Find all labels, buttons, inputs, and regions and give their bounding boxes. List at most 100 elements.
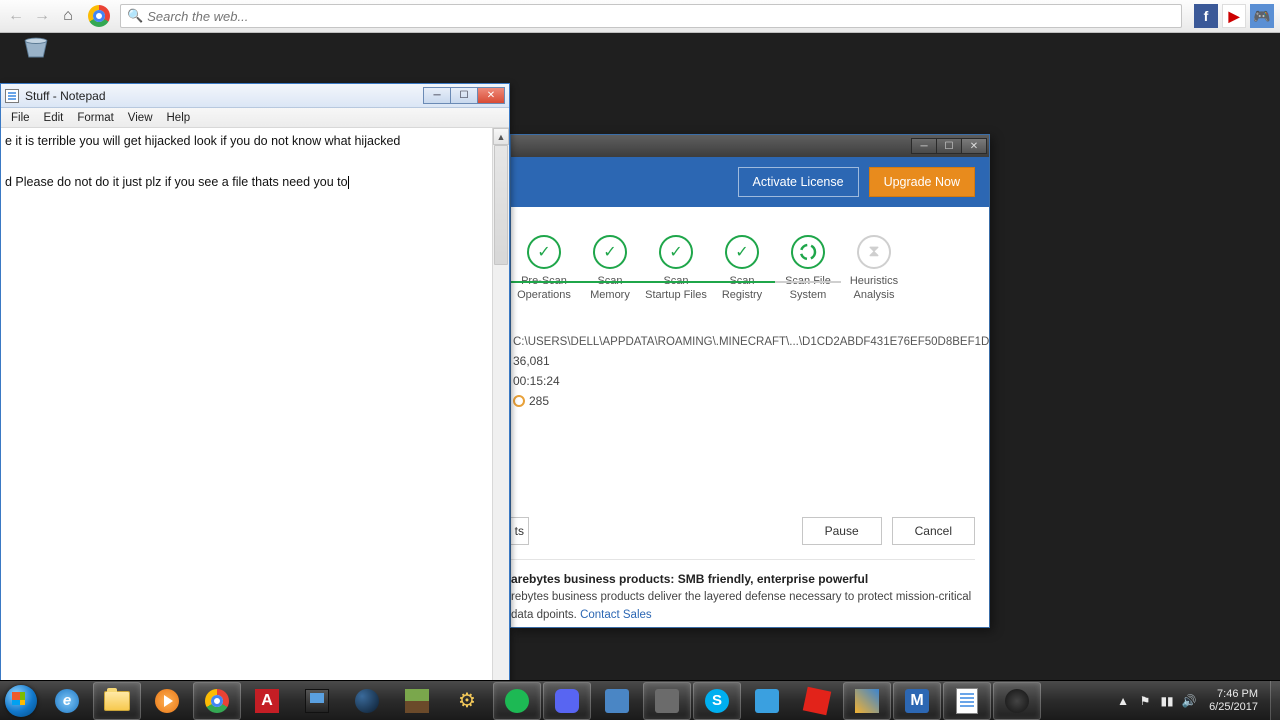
tb-wmp[interactable] <box>143 682 191 720</box>
notepad-text[interactable]: e it is terrible you will get hijacked l… <box>1 128 509 196</box>
notepad-titlebar[interactable]: Stuff - Notepad ─ ☐ ✕ <box>1 84 509 108</box>
upgrade-now-button[interactable]: Upgrade Now <box>869 167 975 197</box>
search-box[interactable]: 🔍 <box>120 4 1182 28</box>
game-icon[interactable]: 🎮 <box>1250 4 1274 28</box>
step-registry-label: Scan Registry <box>711 275 773 303</box>
mbam-minimize-button[interactable]: ─ <box>911 138 937 154</box>
tb-app2[interactable] <box>643 682 691 720</box>
tb-skype[interactable]: S <box>693 682 741 720</box>
tb-save[interactable] <box>293 682 341 720</box>
spotify-icon <box>505 689 529 713</box>
taskbar: A ⚙ S ▲ ⚑ ▮▮ 🔊 7:46 PM 6/25/2017 <box>0 680 1280 720</box>
taskbar-items: A ⚙ S <box>42 681 1042 720</box>
tb-adobe[interactable]: A <box>243 682 291 720</box>
taskbar-clock[interactable]: 7:46 PM 6/25/2017 <box>1203 688 1264 713</box>
cancel-button[interactable]: Cancel <box>892 517 975 545</box>
ie-icon <box>55 689 79 713</box>
vertical-scrollbar[interactable]: ▲ ▼ <box>492 128 509 710</box>
mbam-header: Activate License Upgrade Now <box>511 157 989 207</box>
tb-notepad[interactable] <box>943 682 991 720</box>
scan-current-path: C:\USERS\DELL\APPDATA\ROAMING\.MINECRAFT… <box>511 336 989 348</box>
gear-icon: ⚙ <box>455 689 479 713</box>
promo-heading: arebytes business products: SMB friendly… <box>511 572 868 586</box>
step-startup-icon: ✓ <box>659 235 693 269</box>
malwarebytes-window: ─ ☐ ✕ Activate License Upgrade Now ✓ Pre… <box>510 134 990 628</box>
show-desktop-button[interactable] <box>1270 681 1280 720</box>
tb-settings[interactable]: ⚙ <box>443 682 491 720</box>
tray-flag-icon[interactable]: ⚑ <box>1137 693 1153 709</box>
tb-minecraft[interactable] <box>393 682 441 720</box>
menu-edit[interactable]: Edit <box>38 110 70 126</box>
notepad-close-button[interactable]: ✕ <box>477 87 505 104</box>
tray-overflow-icon[interactable]: ▲ <box>1115 693 1131 709</box>
home-button[interactable]: ⌂ <box>58 6 78 26</box>
step-prescan-icon: ✓ <box>527 235 561 269</box>
roblox-icon <box>803 686 831 714</box>
notepad-minimize-button[interactable]: ─ <box>423 87 451 104</box>
step-heuristics-label: Heuristics Analysis <box>843 275 905 303</box>
step-heuristics-icon: ⧗ <box>857 235 891 269</box>
notepad-maximize-button[interactable]: ☐ <box>450 87 478 104</box>
nav-forward-button[interactable]: → <box>32 6 52 26</box>
tb-obs[interactable] <box>993 682 1041 720</box>
tb-app3[interactable] <box>743 682 791 720</box>
scroll-up-button[interactable]: ▲ <box>493 128 509 145</box>
activate-license-button[interactable]: Activate License <box>738 167 859 197</box>
tb-app1[interactable] <box>593 682 641 720</box>
menu-format[interactable]: Format <box>71 110 119 126</box>
notepad-app-icon <box>5 89 19 103</box>
search-input[interactable] <box>147 9 1175 24</box>
youtube-icon[interactable]: ▶ <box>1222 4 1246 28</box>
tb-paint[interactable] <box>843 682 891 720</box>
scroll-thumb[interactable] <box>494 145 508 265</box>
notepad-editor[interactable]: e it is terrible you will get hijacked l… <box>1 128 509 710</box>
threat-badge-icon <box>513 395 525 407</box>
step-prescan-label: Pre-Scan Operations <box>513 275 575 303</box>
menu-file[interactable]: File <box>5 110 36 126</box>
facebook-icon[interactable]: f <box>1194 4 1218 28</box>
paint-icon <box>855 689 879 713</box>
malwarebytes-icon <box>905 689 929 713</box>
extension-icons: f ▶ 🎮 <box>1194 4 1274 28</box>
minecraft-icon <box>405 689 429 713</box>
desktop[interactable]: ─ ☐ ✕ Activate License Upgrade Now ✓ Pre… <box>0 33 1280 680</box>
scan-threats-count: 285 <box>511 394 989 408</box>
tb-chrome[interactable] <box>193 682 241 720</box>
mbam-close-button[interactable]: ✕ <box>961 138 987 154</box>
pause-button[interactable]: Pause <box>802 517 882 545</box>
mbam-maximize-button[interactable]: ☐ <box>936 138 962 154</box>
recycle-bin-icon[interactable] <box>18 37 54 59</box>
scan-actions: Pause Cancel <box>511 517 975 545</box>
notepad-window: Stuff - Notepad ─ ☐ ✕ File Edit Format V… <box>0 83 510 711</box>
tb-malwarebytes[interactable] <box>893 682 941 720</box>
text-cursor <box>348 176 349 189</box>
skype-icon: S <box>705 689 729 713</box>
tb-explorer[interactable] <box>93 682 141 720</box>
chrome-icon <box>88 5 110 27</box>
app-icon <box>755 689 779 713</box>
step-memory-icon: ✓ <box>593 235 627 269</box>
discord-icon <box>555 689 579 713</box>
chrome-icon <box>205 689 229 713</box>
mbam-titlebar[interactable]: ─ ☐ ✕ <box>511 135 989 157</box>
menu-view[interactable]: View <box>122 110 159 126</box>
nav-back-button[interactable]: ← <box>6 6 26 26</box>
notepad-icon <box>956 688 978 714</box>
adobe-icon: A <box>255 689 279 713</box>
tb-discord[interactable] <box>543 682 591 720</box>
start-button[interactable] <box>0 681 42 720</box>
tray-volume-icon[interactable]: 🔊 <box>1181 693 1197 709</box>
app-icon <box>605 689 629 713</box>
tb-ie[interactable] <box>43 682 91 720</box>
tray-network-icon[interactable]: ▮▮ <box>1159 693 1175 709</box>
scan-info: C:\USERS\DELL\APPDATA\ROAMING\.MINECRAFT… <box>511 332 989 408</box>
clock-time: 7:46 PM <box>1209 688 1258 701</box>
wmp-icon <box>155 689 179 713</box>
tb-steam[interactable] <box>343 682 391 720</box>
menu-help[interactable]: Help <box>161 110 197 126</box>
scan-items-count: 36,081 <box>511 354 989 368</box>
tb-roblox[interactable] <box>793 682 841 720</box>
tb-spotify[interactable] <box>493 682 541 720</box>
system-tray: ▲ ⚑ ▮▮ 🔊 7:46 PM 6/25/2017 <box>1109 681 1270 720</box>
contact-sales-link[interactable]: Contact Sales <box>580 609 652 621</box>
